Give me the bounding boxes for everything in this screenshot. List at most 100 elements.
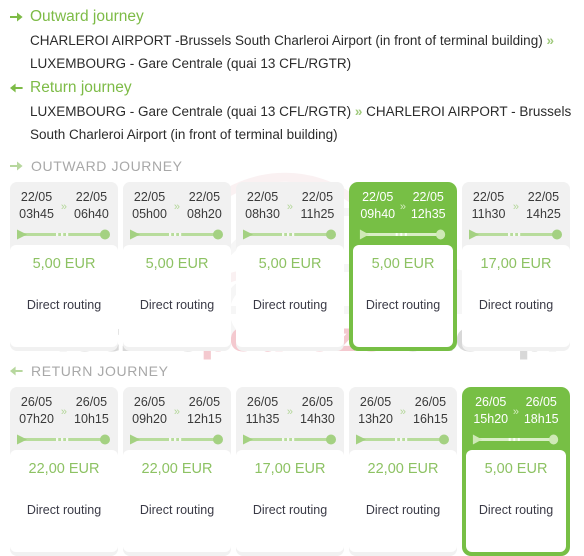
card-routing: Direct routing xyxy=(139,503,215,517)
journey-option-card[interactable]: 22/05 11h30 » 22/05 14h25 17,00 EUR Direct rou… xyxy=(462,182,570,351)
depart-date: 26/05 xyxy=(246,395,279,409)
card-times: 22/05 05h00 » 22/05 08h20 xyxy=(123,188,231,223)
outward-summary-title-row: Outward journey xyxy=(10,6,574,28)
card-time-separator: » xyxy=(512,406,520,418)
card-depart: 26/05 15h20 xyxy=(470,394,511,428)
card-depart: 22/05 08h30 xyxy=(240,189,285,223)
card-times: 22/05 11h30 » 22/05 14h25 xyxy=(462,188,570,223)
card-routing: Direct routing xyxy=(26,503,102,517)
card-routing: Direct routing xyxy=(478,503,554,517)
depart-date: 22/05 xyxy=(472,190,505,204)
route-line-graphic xyxy=(349,428,457,450)
card-price: 22,00 EUR xyxy=(28,461,100,477)
results-host: OUTWARD JOURNEY 22/05 03h45 » 22/05 06h40 5,00… xyxy=(0,155,584,556)
outward-summary-title: Outward journey xyxy=(30,8,144,25)
route-line-graphic xyxy=(236,223,344,245)
card-times: 22/05 08h30 » 22/05 11h25 xyxy=(236,188,344,223)
card-details: 17,00 EUR Direct routing xyxy=(236,450,344,552)
card-time-separator: » xyxy=(399,201,407,213)
card-details: 22,00 EUR Direct routing xyxy=(349,450,457,552)
card-arrive: 26/05 16h15 xyxy=(408,394,453,428)
journey-option-card[interactable]: 26/05 11h35 » 26/05 14h30 17,00 EUR Direct rou… xyxy=(236,387,344,556)
card-price: 22,00 EUR xyxy=(367,461,439,477)
card-times: 22/05 03h45 » 22/05 06h40 xyxy=(10,188,118,223)
card-time-separator: » xyxy=(173,406,181,418)
depart-date: 26/05 xyxy=(20,395,53,409)
section-label: RETURN JOURNEY xyxy=(31,363,169,379)
journey-option-card[interactable]: 26/05 07h20 » 26/05 10h15 22,00 EUR Direct rou… xyxy=(10,387,118,556)
route-line-graphic xyxy=(123,428,231,450)
arrive-date: 22/05 xyxy=(75,190,108,204)
card-arrive: 22/05 06h40 xyxy=(69,189,114,223)
route-line-graphic xyxy=(10,428,118,450)
card-price: 5,00 EUR xyxy=(484,461,548,477)
card-arrive: 26/05 10h15 xyxy=(69,394,114,428)
card-details: 5,00 EUR Direct routing xyxy=(236,245,344,347)
route-line-graphic xyxy=(466,428,566,450)
card-arrive: 22/05 08h20 xyxy=(182,189,227,223)
depart-time: 13h20 xyxy=(358,412,393,426)
results-row-outward-journey: 22/05 03h45 » 22/05 06h40 5,00 EUR Direct rout… xyxy=(0,182,584,351)
card-times: 26/05 09h20 » 26/05 12h15 xyxy=(123,393,231,428)
arrive-date: 26/05 xyxy=(525,395,557,409)
card-arrive: 26/05 14h30 xyxy=(295,394,340,428)
journey-option-card[interactable]: 26/05 13h20 » 26/05 16h15 22,00 EUR Direct rou… xyxy=(349,387,457,556)
card-time-separator: » xyxy=(173,201,181,213)
journey-option-card[interactable]: 22/05 08h30 » 22/05 11h25 5,00 EUR Direct rout… xyxy=(236,182,344,351)
route-line-graphic xyxy=(123,223,231,245)
card-depart: 26/05 09h20 xyxy=(127,394,172,428)
card-price: 5,00 EUR xyxy=(145,256,209,272)
card-details: 5,00 EUR Direct routing xyxy=(10,245,118,347)
card-arrive: 22/05 14h25 xyxy=(521,189,566,223)
route-line-graphic xyxy=(10,223,118,245)
arrive-time: 10h15 xyxy=(74,412,109,426)
card-price: 5,00 EUR xyxy=(258,256,322,272)
journey-option-card-selected[interactable]: 26/05 15h20» 26/05 18h15 5,00 EUR Direct rout… xyxy=(462,387,570,556)
arrow-left-icon xyxy=(10,366,23,376)
depart-time: 09h40 xyxy=(360,207,396,221)
card-routing: Direct routing xyxy=(478,298,554,312)
section-label: OUTWARD JOURNEY xyxy=(31,158,183,174)
card-time-separator: » xyxy=(60,406,68,418)
card-times: 26/05 11h35 » 26/05 14h30 xyxy=(236,393,344,428)
arrow-left-icon xyxy=(10,83,23,93)
card-depart: 22/05 03h45 xyxy=(14,189,59,223)
depart-date: 26/05 xyxy=(475,395,507,409)
card-routing: Direct routing xyxy=(365,503,441,517)
card-times: 26/05 13h20 » 26/05 16h15 xyxy=(349,393,457,428)
card-arrive: 26/05 12h15 xyxy=(182,394,227,428)
card-arrive: 22/05 12h35 xyxy=(408,189,449,223)
journey-option-card-selected[interactable]: 22/05 09h40» 22/05 12h35 5,00 EUR Direct rout… xyxy=(349,182,457,351)
route-line-graphic xyxy=(236,428,344,450)
outward-summary: Outward journey CHARLEROI AIRPORT -Bruss… xyxy=(10,6,574,75)
journey-option-card[interactable]: 22/05 05h00 » 22/05 08h20 5,00 EUR Direct rout… xyxy=(123,182,231,351)
arrive-date: 22/05 xyxy=(412,190,444,204)
arrive-date: 26/05 xyxy=(414,395,447,409)
card-price: 17,00 EUR xyxy=(480,256,552,272)
card-depart: 26/05 11h35 xyxy=(240,394,285,428)
outward-route-separator: » xyxy=(546,33,554,48)
depart-time: 09h20 xyxy=(132,412,167,426)
return-summary-title: Return journey xyxy=(30,79,132,96)
card-time-separator: » xyxy=(286,406,294,418)
card-price: 5,00 EUR xyxy=(371,256,435,272)
return-summary-route: LUXEMBOURG - Gare Centrale (quai 13 CFL/… xyxy=(10,100,574,146)
card-depart: 26/05 13h20 xyxy=(353,394,398,428)
route-line-graphic xyxy=(353,223,453,245)
card-depart: 22/05 05h00 xyxy=(127,189,172,223)
card-time-separator: » xyxy=(286,201,294,213)
arrive-time: 12h35 xyxy=(410,207,446,221)
arrive-time: 08h20 xyxy=(187,207,222,221)
card-times: 22/05 09h40» 22/05 12h35 xyxy=(353,188,453,223)
depart-date: 22/05 xyxy=(246,190,279,204)
card-times: 26/05 15h20» 26/05 18h15 xyxy=(466,393,566,428)
card-depart: 26/05 07h20 xyxy=(14,394,59,428)
journey-option-card[interactable]: 26/05 09h20 » 26/05 12h15 22,00 EUR Direct rou… xyxy=(123,387,231,556)
card-details: 22,00 EUR Direct routing xyxy=(123,450,231,552)
arrow-right-icon xyxy=(10,161,23,171)
journey-option-card[interactable]: 22/05 03h45 » 22/05 06h40 5,00 EUR Direct rout… xyxy=(10,182,118,351)
depart-time: 03h45 xyxy=(19,207,54,221)
depart-date: 26/05 xyxy=(359,395,392,409)
card-price: 17,00 EUR xyxy=(254,461,326,477)
card-details: 22,00 EUR Direct routing xyxy=(10,450,118,552)
